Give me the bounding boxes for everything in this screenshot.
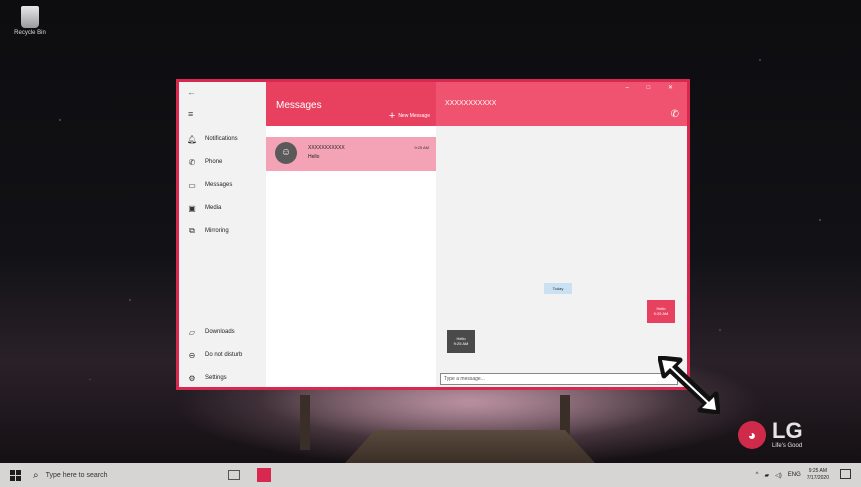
message-input[interactable]: Type a message...: [440, 373, 678, 385]
chat-pane: XXXXXXXXXXX – □ ✕ ✆ Today Hello 9:25 AM …: [436, 82, 687, 387]
notification-center-icon[interactable]: [840, 469, 851, 479]
recycle-bin-shortcut[interactable]: Recycle Bin: [10, 6, 50, 36]
conversation-preview: Hello: [308, 154, 320, 160]
chevron-up-icon[interactable]: ^: [756, 472, 759, 478]
contact-avatar-icon: ☺: [275, 142, 297, 164]
pier-post: [300, 395, 310, 450]
outgoing-message-bubble: Hello 9:25 AM: [647, 300, 675, 323]
incoming-message-bubble: Hello 9:25 AM: [447, 330, 475, 353]
clock[interactable]: 9:25 AM 7/17/2020: [807, 468, 829, 482]
nav-item-messages[interactable]: ▭ Messages: [187, 178, 232, 192]
nav-item-downloads[interactable]: ▱ Downloads: [187, 325, 235, 339]
lg-logo: ◕ LG Life's Good: [738, 420, 803, 450]
nav-item-label: Messages: [205, 182, 233, 188]
nav-item-label: Phone: [205, 159, 223, 165]
nav-item-mirroring[interactable]: ⧉ Mirroring: [187, 224, 229, 238]
resize-cursor-icon: [658, 356, 720, 414]
nav-item-phone[interactable]: ✆ Phone: [187, 155, 223, 169]
your-phone-taskbar-icon[interactable]: [257, 468, 271, 482]
network-icon[interactable]: ▰: [764, 472, 769, 479]
chat-header: XXXXXXXXXXX – □ ✕ ✆: [436, 82, 687, 126]
gear-icon: ⚙: [188, 373, 196, 383]
windows-start-icon[interactable]: [10, 470, 21, 481]
search-placeholder: Type here to search: [45, 471, 108, 479]
nav-item-label: Media: [205, 205, 222, 211]
system-tray: ^ ▰ ◁) ENG 9:25 AM 7/17/2020: [756, 468, 829, 482]
recycle-bin-label: Recycle Bin: [14, 30, 46, 36]
brand-slogan: Life's Good: [772, 443, 803, 449]
message-time: 9:25 AM: [653, 311, 669, 316]
day-separator: Today: [544, 283, 572, 294]
chat-icon: ▭: [188, 180, 196, 190]
taskbar: ⌕ Type here to search ^ ▰ ◁) ENG 9:25 AM…: [0, 463, 861, 487]
conversation-item[interactable]: ☺ XXXXXXXXXXX Hello 9:25 AM: [266, 137, 436, 171]
call-phone-icon[interactable]: ✆: [671, 109, 679, 120]
lg-face-icon: ◕: [738, 421, 766, 449]
message-time: 9:25 AM: [453, 341, 469, 346]
new-message-label: New Message: [398, 113, 430, 119]
plus-icon: +: [388, 110, 396, 122]
nav-item-do-not-disturb[interactable]: ⊖ Do not disturb: [187, 348, 243, 362]
taskbar-search[interactable]: ⌕ Type here to search: [33, 466, 203, 484]
clock-date: 7/17/2020: [806, 475, 829, 481]
nav-pane: ← ≡ 🔔︎ Notifications ✆ Phone ▭ Messages …: [179, 82, 266, 387]
task-view-icon[interactable]: [228, 470, 240, 480]
nav-item-settings[interactable]: ⚙ Settings: [187, 371, 227, 385]
hamburger-menu-icon[interactable]: ≡: [188, 109, 193, 119]
your-phone-window[interactable]: ← ≡ 🔔︎ Notifications ✆ Phone ▭ Messages …: [176, 79, 690, 390]
nav-item-media[interactable]: ▣ Media: [187, 201, 221, 215]
messages-title: Messages: [276, 100, 322, 111]
window-controls[interactable]: – □ ✕: [626, 84, 681, 91]
back-arrow-icon[interactable]: ←: [187, 87, 196, 97]
messages-list-pane: Messages + New Message ☺ XXXXXXXXXXX Hel…: [266, 82, 436, 387]
new-message-button[interactable]: + New Message: [389, 110, 430, 122]
nav-item-label: Settings: [205, 375, 227, 381]
mirroring-icon: ⧉: [189, 226, 195, 235]
nav-item-label: Do not disturb: [205, 352, 243, 358]
conversation-time: 9:25 AM: [414, 145, 429, 150]
recycle-bin-icon: [21, 6, 39, 28]
brand-name: LG: [772, 418, 803, 443]
bell-icon: 🔔︎: [187, 134, 198, 144]
volume-icon[interactable]: ◁): [775, 472, 782, 479]
wooden-pier: [345, 430, 595, 463]
messages-header: Messages + New Message: [266, 82, 436, 126]
nav-item-notifications[interactable]: 🔔︎ Notifications: [187, 132, 238, 146]
chat-contact-name: XXXXXXXXXXX: [445, 100, 497, 107]
conversation-name: XXXXXXXXXXX: [308, 145, 345, 151]
nav-item-label: Mirroring: [205, 228, 229, 234]
nav-item-label: Downloads: [205, 329, 235, 335]
media-icon: ▣: [188, 203, 196, 213]
nav-item-label: Notifications: [205, 136, 238, 142]
search-icon: ⌕: [33, 469, 39, 481]
clock-time: 9:25 AM: [808, 468, 828, 474]
phone-icon: ✆: [188, 157, 196, 167]
do-not-disturb-icon: ⊖: [188, 350, 196, 360]
folder-icon: ▱: [188, 327, 196, 337]
language-indicator[interactable]: ENG: [788, 472, 801, 478]
